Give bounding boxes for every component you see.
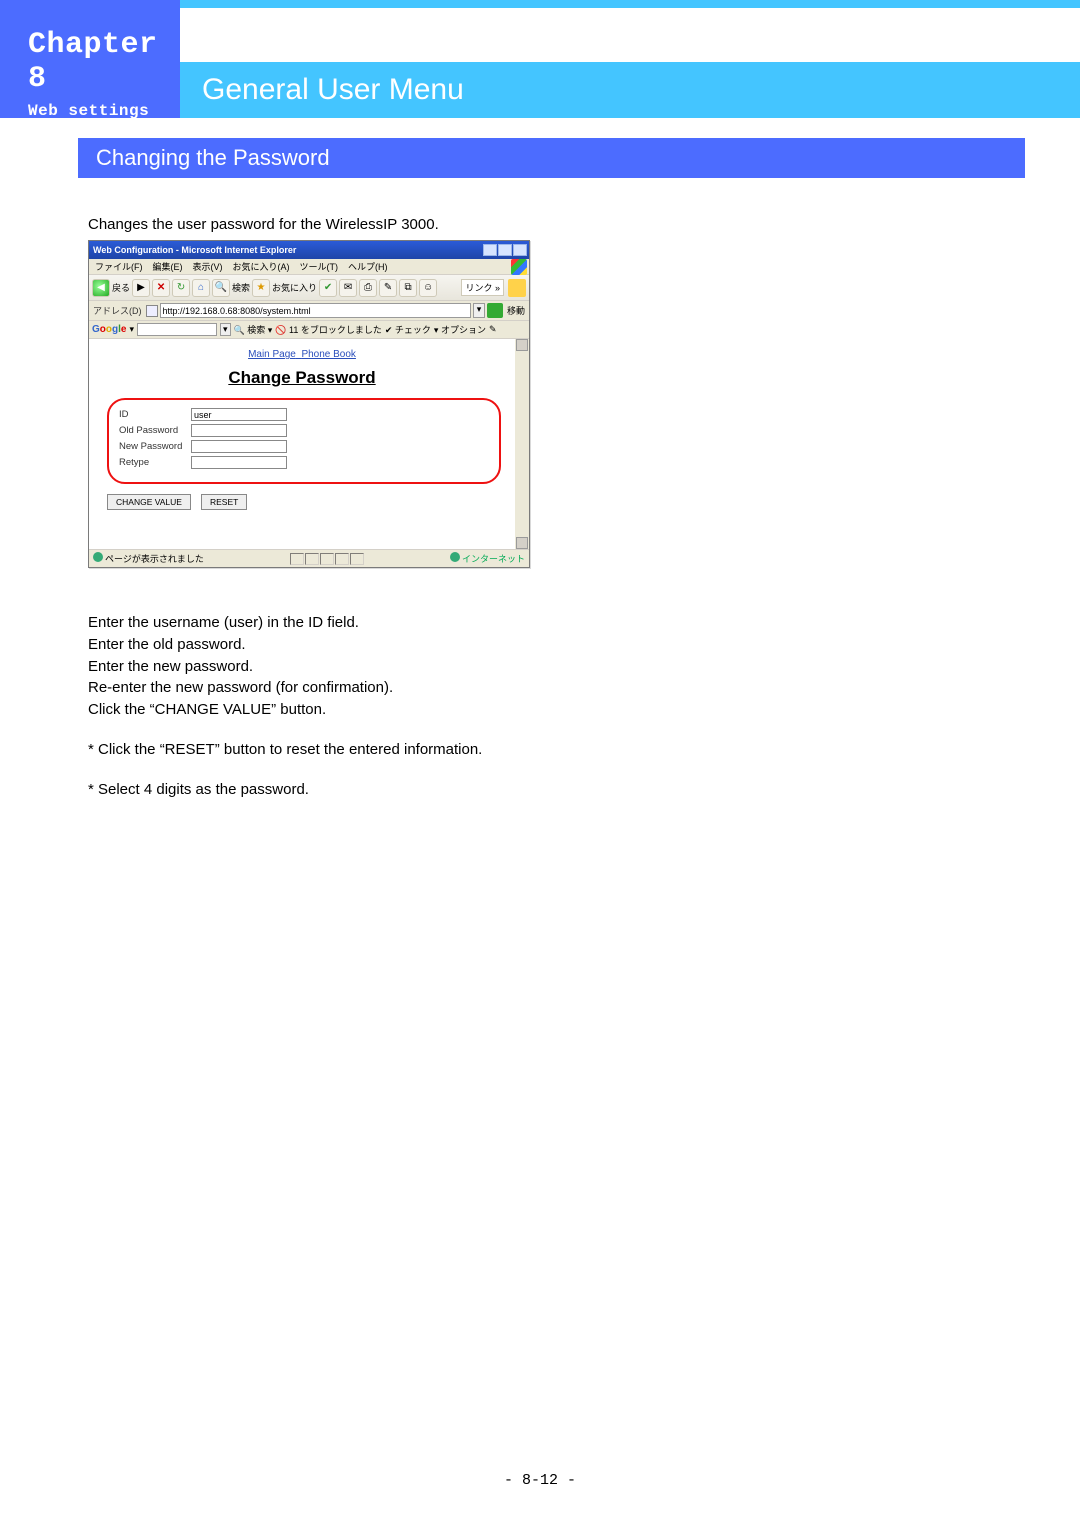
back-icon[interactable]: ◀ [92, 279, 110, 297]
favorites-icon[interactable]: ★ [252, 279, 270, 297]
scroll-down-icon[interactable] [516, 537, 528, 549]
google-logo: Google [92, 324, 126, 335]
status-text: ページが表示されました [105, 554, 204, 564]
instr-line: Re-enter the new password (for confirmat… [88, 677, 482, 699]
page-number: - 8-12 - [0, 1472, 1080, 1489]
google-search-input[interactable] [137, 323, 217, 336]
search-label[interactable]: 検索 [232, 281, 250, 294]
label-old-password: Old Password [119, 425, 191, 436]
status-seg [350, 553, 364, 565]
links-label[interactable]: リンク » [461, 279, 504, 296]
ie-page-content: Main Page Phone Book Change Password ID … [89, 339, 529, 549]
input-new-password[interactable] [191, 440, 287, 453]
menu-file[interactable]: ファイル(F) [95, 260, 143, 273]
close-icon[interactable] [513, 244, 527, 256]
mail-icon[interactable]: ✉ [339, 279, 357, 297]
print-icon[interactable]: ⎙ [359, 279, 377, 297]
stop-icon[interactable]: ✕ [152, 279, 170, 297]
instr-note: * Select 4 digits as the password. [88, 779, 482, 801]
menu-tools[interactable]: ツール(T) [300, 260, 339, 273]
label-id: ID [119, 409, 191, 420]
go-icon[interactable] [487, 303, 503, 318]
subchapter-label: Web settings [28, 102, 172, 120]
back-label[interactable]: 戻る [112, 281, 130, 294]
page-icon [146, 305, 158, 317]
status-seg [305, 553, 319, 565]
ie-window-title: Web Configuration - Microsoft Internet E… [93, 245, 296, 255]
history-icon[interactable]: ✔ [319, 279, 337, 297]
section-title: Changing the Password [78, 138, 1025, 178]
google-toolbar: Google ▾ ▾ 🔍 検索 ▾ 🚫 11 をブロックしました ✔ チェック … [89, 321, 529, 339]
change-value-button[interactable]: CHANGE VALUE [107, 494, 191, 510]
google-blocked[interactable]: 🚫 11 をブロックしました [275, 323, 382, 336]
intro-text: Changes the user password for the Wirele… [88, 216, 439, 233]
instr-line: Enter the username (user) in the ID fiel… [88, 612, 482, 634]
menu-view[interactable]: 表示(V) [193, 260, 223, 273]
change-password-title: Change Password [89, 368, 515, 388]
google-options[interactable]: ▾ オプション [434, 323, 486, 336]
page-title: General User Menu [180, 62, 1080, 118]
instr-line: Enter the new password. [88, 656, 482, 678]
ie-statusbar: ページが表示されました インターネット [89, 549, 529, 567]
input-id[interactable]: user [191, 408, 287, 421]
messenger-icon[interactable]: ☺ [419, 279, 437, 297]
refresh-icon[interactable]: ↻ [172, 279, 190, 297]
chapter-sidebar: Chapter 8 Web settings [0, 0, 180, 118]
instr-line: Enter the old password. [88, 634, 482, 656]
home-icon[interactable]: ⌂ [192, 279, 210, 297]
go-label[interactable]: 移動 [505, 304, 527, 317]
instructions: Enter the username (user) in the ID fiel… [88, 612, 482, 800]
ie-address-bar: アドレス(D) http://192.168.0.68:8080/system.… [89, 301, 529, 321]
address-input[interactable]: http://192.168.0.68:8080/system.html [160, 303, 471, 318]
top-stripe [180, 0, 1080, 8]
google-check[interactable]: ✔ チェック [385, 323, 431, 336]
ie-menubar: ファイル(F) 編集(E) 表示(V) お気に入り(A) ツール(T) ヘルプ(… [89, 259, 529, 275]
instr-line: Click the “CHANGE VALUE” button. [88, 699, 482, 721]
status-zone: インターネット [462, 554, 525, 564]
google-highlight-icon[interactable]: ✎ [489, 324, 497, 335]
google-search-btn[interactable]: 🔍 検索 ▾ [234, 323, 273, 336]
internet-zone-icon [450, 552, 460, 562]
forward-icon[interactable]: ▶ [132, 279, 150, 297]
label-new-password: New Password [119, 441, 191, 452]
windows-flag-icon [511, 259, 527, 275]
ie-window: Web Configuration - Microsoft Internet E… [88, 240, 530, 568]
status-done-icon [93, 552, 103, 562]
search-icon[interactable]: 🔍 [212, 279, 230, 297]
status-seg [290, 553, 304, 565]
discuss-icon[interactable]: ⧉ [399, 279, 417, 297]
ie-titlebar: Web Configuration - Microsoft Internet E… [89, 241, 529, 259]
instr-note: * Click the “RESET” button to reset the … [88, 739, 482, 761]
address-dropdown-icon[interactable]: ▾ [473, 303, 485, 318]
input-old-password[interactable] [191, 424, 287, 437]
label-retype: Retype [119, 457, 191, 468]
edit-icon[interactable]: ✎ [379, 279, 397, 297]
chapter-label: Chapter 8 [28, 28, 172, 96]
menu-edit[interactable]: 編集(E) [153, 260, 183, 273]
menu-fav[interactable]: お気に入り(A) [233, 260, 290, 273]
norton-icon[interactable] [508, 279, 526, 297]
status-seg [320, 553, 334, 565]
scroll-up-icon[interactable] [516, 339, 528, 351]
link-main-page[interactable]: Main Page [248, 349, 296, 360]
menu-help[interactable]: ヘルプ(H) [348, 260, 388, 273]
link-phone-book[interactable]: Phone Book [301, 349, 356, 360]
ie-toolbar: ◀ 戻る ▶ ✕ ↻ ⌂ 🔍 検索 ★ お気に入り ✔ ✉ ⎙ ✎ ⧉ ☺ リン… [89, 275, 529, 301]
input-retype[interactable] [191, 456, 287, 469]
minimize-icon[interactable] [483, 244, 497, 256]
favorites-label[interactable]: お気に入り [272, 281, 317, 294]
highlight-box: ID user Old Password New Password Retype [107, 398, 501, 484]
reset-button[interactable]: RESET [201, 494, 247, 510]
status-seg [335, 553, 349, 565]
address-label: アドレス(D) [91, 304, 144, 317]
maximize-icon[interactable] [498, 244, 512, 256]
